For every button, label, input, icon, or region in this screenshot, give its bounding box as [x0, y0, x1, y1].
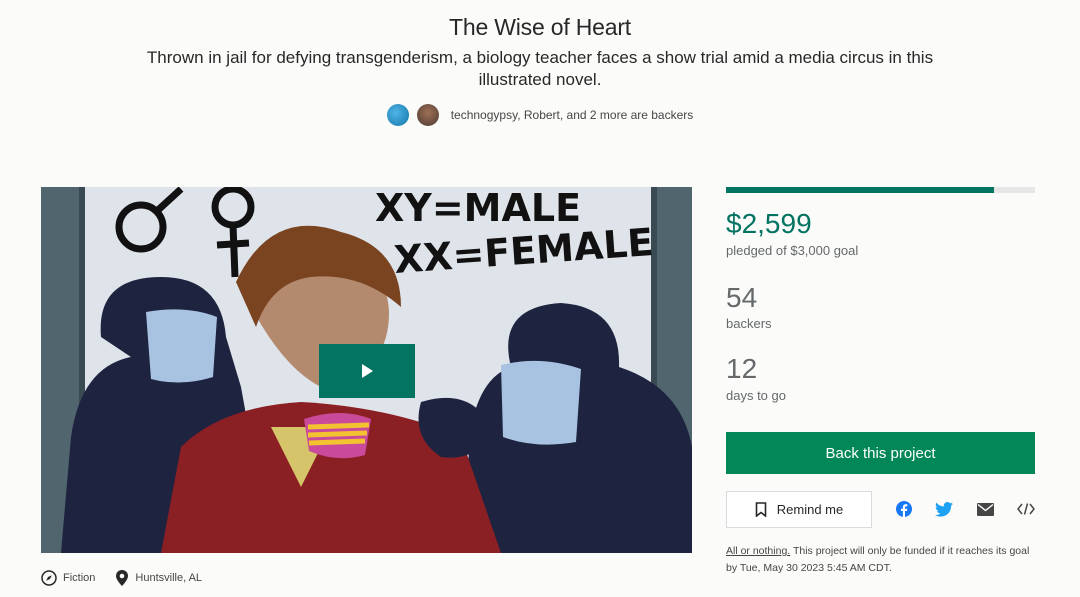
- play-icon: [362, 364, 373, 378]
- project-video[interactable]: XY=MALE XX=FEMALE: [41, 187, 692, 553]
- embed-icon[interactable]: [1016, 499, 1036, 519]
- pledged-goal-label: pledged of $3,000 goal: [726, 243, 859, 258]
- funding-panel: $2,599 pledged of $3,000 goal 54 backers…: [726, 187, 1035, 574]
- facebook-icon[interactable]: [894, 499, 914, 519]
- all-or-nothing-link[interactable]: All or nothing.: [726, 545, 790, 557]
- friend-backers[interactable]: technogypsy, Robert, and 2 more are back…: [0, 104, 1080, 126]
- friend-backers-text: technogypsy, Robert, and 2 more are back…: [450, 108, 694, 122]
- compass-icon: [41, 570, 57, 586]
- days-to-go-count: 12: [726, 353, 758, 384]
- pledged-amount: $2,599: [726, 208, 812, 239]
- remind-me-label: Remind me: [776, 502, 844, 517]
- remind-me-button[interactable]: Remind me: [726, 491, 872, 528]
- funding-progress-fill: [726, 187, 994, 193]
- backers-count: 54: [726, 282, 758, 313]
- play-button[interactable]: [319, 344, 415, 398]
- board-text-1: XY=MALE: [375, 187, 581, 230]
- project-blurb: Thrown in jail for defying transgenderis…: [146, 48, 934, 89]
- avatar[interactable]: [416, 104, 439, 126]
- funding-progress-bar: [726, 187, 1035, 193]
- twitter-icon[interactable]: [934, 499, 954, 519]
- bookmark-icon: [755, 502, 767, 517]
- back-project-button[interactable]: Back this project: [726, 432, 1035, 474]
- avatar[interactable]: [386, 104, 409, 126]
- project-title: The Wise of Heart: [449, 14, 631, 40]
- backers-label: backers: [726, 316, 772, 331]
- location-pin-icon: [116, 570, 129, 586]
- category-link[interactable]: Fiction: [41, 570, 95, 586]
- category-label: Fiction: [63, 572, 96, 584]
- project-meta: Fiction Huntsville, AL: [41, 569, 202, 587]
- location-label: Huntsville, AL: [135, 572, 203, 584]
- days-to-go-label: days to go: [726, 388, 786, 403]
- location-link[interactable]: Huntsville, AL: [115, 569, 202, 587]
- funding-rules-text: All or nothing. This project will only b…: [726, 543, 1035, 577]
- email-icon[interactable]: [975, 499, 995, 519]
